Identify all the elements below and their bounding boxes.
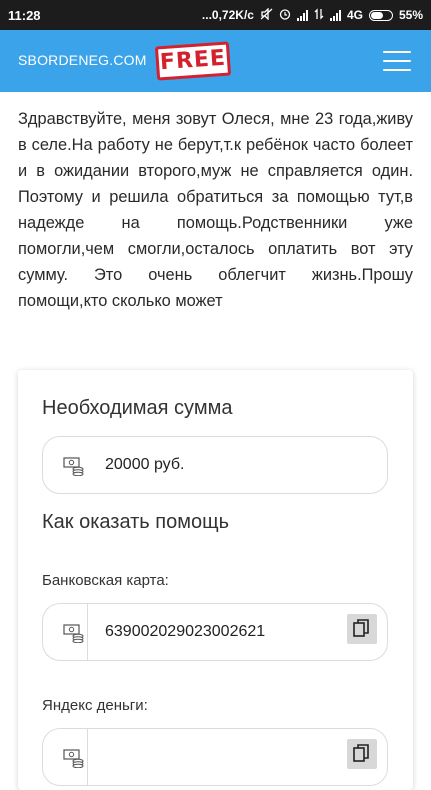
money-icon	[63, 748, 85, 769]
menu-icon[interactable]	[383, 50, 411, 72]
field-divider	[87, 604, 88, 660]
alarm-icon	[279, 8, 291, 23]
donation-card: Необходимая сумма 20000 руб. Как оказать…	[18, 370, 413, 790]
network-speed: ...0,72K/c	[201, 8, 254, 22]
bank-card-number[interactable]: 639002029023002621	[105, 623, 265, 641]
copy-yandex-button[interactable]	[347, 739, 377, 769]
how-to-help-heading: Как оказать помощь	[42, 511, 229, 533]
money-icon	[63, 456, 85, 477]
copy-bank-card-button[interactable]	[347, 614, 377, 644]
battery-icon	[368, 9, 393, 21]
top-navigation: SBORDENEG.COM FREE	[0, 30, 431, 92]
free-stamp-logo: FREE	[154, 41, 232, 81]
required-amount-value: 20000 руб.	[105, 456, 185, 473]
field-divider	[87, 729, 88, 785]
data-transfer-icon	[314, 7, 324, 23]
signal-2-icon	[329, 9, 341, 21]
bank-card-field[interactable]: 639002029023002621	[42, 603, 388, 661]
copy-icon	[353, 744, 369, 762]
required-amount-field: 20000 руб.	[42, 436, 388, 494]
status-bar: 11:28 ...0,72K/c 4G 55%	[0, 0, 431, 30]
required-amount-heading: Необходимая сумма	[42, 397, 233, 419]
appeal-text: Здравствуйте, меня зовут Олеся, мне 23 г…	[18, 110, 413, 310]
bank-card-label: Банковская карта:	[42, 572, 169, 589]
network-type: 4G	[346, 8, 363, 22]
yandex-money-field[interactable]	[42, 728, 388, 786]
signal-1-icon	[296, 9, 308, 21]
status-time: 11:28	[8, 7, 41, 23]
status-indicators: ...0,72K/c 4G 55%	[201, 6, 423, 23]
copy-icon	[353, 619, 369, 637]
site-brand-link[interactable]: SBORDENEG.COM	[18, 52, 147, 68]
mute-icon	[260, 6, 273, 23]
yandex-money-label: Яндекс деньги:	[42, 697, 148, 714]
battery-percent: 55%	[398, 8, 423, 22]
money-icon	[63, 623, 85, 644]
